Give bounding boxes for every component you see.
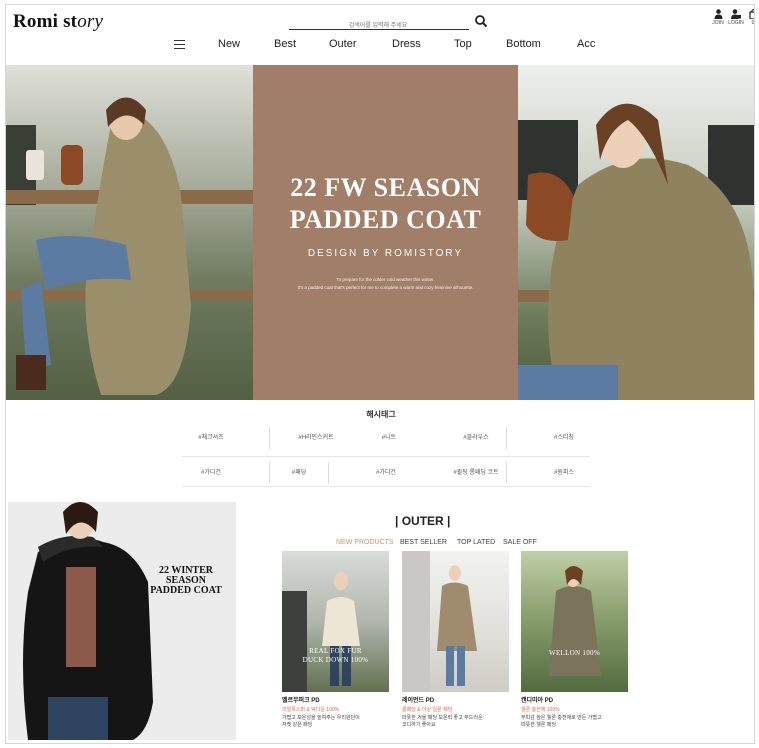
promo-banner[interactable]: 22 WINTER SEASON PADDED COAT	[8, 502, 236, 740]
product-card[interactable]: REAL FOX FUR DUCK DOWN 100% 벨르무퍼크 PD 리얼폭…	[282, 551, 389, 729]
nav-item-best[interactable]: Best	[274, 38, 296, 50]
hero-subtitle: DESIGN BY ROMISTORY	[307, 248, 464, 259]
hashtag-divider	[269, 427, 270, 449]
hero-title-line1: 22 FW SEASON	[290, 173, 481, 202]
product-card[interactable]: WELLON 100% 캔디미아 PD 웰론 충전재 100% 부피감 높은 웰…	[521, 551, 628, 729]
product-description: 따뜻한 겨울 패딩 보온력 좋고 부드러운 코디하기 좋아요	[402, 715, 509, 729]
person-icon	[714, 9, 722, 19]
hamburger-menu-icon[interactable]	[174, 40, 185, 52]
cart-count: 0	[751, 20, 755, 26]
search-bar	[289, 14, 469, 33]
hero-description: To prepare for the colder cold weather t…	[253, 276, 518, 292]
bag-icon	[748, 9, 754, 19]
hashtag-item[interactable]: #가디건	[351, 462, 421, 484]
hashtag-divider	[506, 427, 507, 449]
product-image-caption: REAL FOX FUR DUCK DOWN 100%	[282, 647, 389, 665]
caption-line: REAL FOX FUR	[309, 647, 362, 655]
nav-item-acc[interactable]: Acc	[577, 38, 595, 50]
hashtag-item[interactable]: #블라우스	[441, 427, 511, 449]
logo-script-text: ory	[77, 11, 104, 32]
hashtag-item[interactable]: #체크셔츠	[176, 427, 246, 449]
hashtag-divider-line	[182, 486, 590, 487]
hero-title: 22 FW SEASON PADDED COAT	[253, 172, 518, 236]
product-1-illustration	[282, 572, 360, 692]
hashtag-divider	[328, 462, 329, 484]
tab-sale-off[interactable]: SALE OFF	[503, 539, 537, 546]
search-icon	[475, 15, 488, 28]
cart-link[interactable]: 0	[743, 9, 755, 26]
hero-photo-right	[518, 65, 754, 400]
product-card[interactable]: 레이먼드 PD 롱패딩 & 야상 일론 패딩 따뜻한 겨울 패딩 보온력 좋고 …	[402, 551, 509, 729]
tab-new-products[interactable]: NEW PRODUCTS	[336, 539, 394, 546]
product-description: 부피감 높은 웰론 충전재로 만든 가볍고 따뜻한 웰론 패딩	[521, 715, 628, 729]
promo-title: 22 WINTER SEASON PADDED COAT	[139, 566, 233, 596]
nav-item-dress[interactable]: Dress	[392, 38, 421, 50]
person-lock-icon	[731, 9, 741, 19]
hero-photo-left	[6, 65, 253, 400]
search-input[interactable]	[289, 19, 467, 33]
hashtag-item[interactable]: #패딩	[264, 462, 334, 484]
login-label: LOGIN	[728, 20, 744, 26]
caption-line: WELLON 100%	[549, 649, 600, 657]
promo-title-line2: PADDED COAT	[150, 585, 222, 596]
promo-illustration	[23, 502, 153, 740]
hero-desc-line1: To prepare for the colder cold weather t…	[336, 277, 435, 282]
hashtag-row-1: #체크셔츠 #H라인스커트 #니트 #블라우스 #스티칭	[6, 427, 754, 449]
promo-title-line1: 22 WINTER SEASON	[159, 565, 213, 586]
product-2-illustration	[402, 551, 477, 692]
nav-item-bottom[interactable]: Bottom	[506, 38, 541, 50]
product-tag: 웰론 충전재 100%	[521, 707, 560, 713]
caption-line: DUCK DOWN 100%	[302, 656, 369, 664]
product-3-illustration	[549, 566, 601, 676]
product-tag: 롱패딩 & 야상 일론 패딩	[402, 707, 453, 713]
hashtag-divider-line	[182, 456, 590, 457]
desc-line: 자켓 같은 패딩	[282, 722, 313, 728]
hashtag-item[interactable]: #퀼팅 롱패딩 코트	[436, 462, 516, 484]
hashtag-item[interactable]: #스티칭	[529, 427, 599, 449]
hashtag-item[interactable]: #가디건	[176, 462, 246, 484]
product-description: 가볍고 보온성을 높여주는 우리원단이 자켓 같은 패딩	[282, 715, 389, 729]
product-name[interactable]: 레이먼드 PD	[402, 695, 509, 704]
tab-top-lated[interactable]: TOP LATED	[457, 539, 495, 546]
product-image[interactable]	[402, 551, 509, 692]
tab-best-seller[interactable]: BEST SELLER	[400, 539, 447, 546]
desc-line: 따뜻한 겨울 패딩 보온력 좋고 부드러운	[402, 715, 483, 721]
hashtag-row-2: #가디건 #패딩 #가디건 #퀼팅 롱패딩 코트 #원피스	[6, 462, 754, 484]
hashtag-item[interactable]: #니트	[354, 427, 424, 449]
main-nav: New Best Outer Dress Top Bottom Acc	[6, 38, 754, 56]
page-frame: Romi story JOIN LOGIN 0 New Best Outer D…	[5, 4, 755, 744]
hashtag-item[interactable]: #H라인스커트	[281, 427, 351, 449]
outer-section-title: | OUTER |	[395, 514, 451, 528]
site-logo[interactable]: Romi story	[13, 11, 103, 33]
nav-item-outer[interactable]: Outer	[329, 38, 357, 50]
hero-banner[interactable]: 22 FW SEASON PADDED COAT DESIGN BY ROMIS…	[6, 65, 754, 400]
hero-title-line2: PADDED COAT	[289, 205, 482, 234]
logo-text: Romi st	[13, 11, 78, 32]
search-button[interactable]	[474, 14, 488, 28]
product-image[interactable]: REAL FOX FUR DUCK DOWN 100%	[282, 551, 389, 692]
nav-item-top[interactable]: Top	[454, 38, 472, 50]
desc-line: 코디하기 좋아요	[402, 722, 436, 728]
desc-line: 따뜻한 웰론 패딩	[521, 722, 556, 728]
hashtag-title: 해시태그	[366, 410, 396, 419]
product-image[interactable]: WELLON 100%	[521, 551, 628, 692]
hero-right-illustration	[518, 103, 754, 400]
hashtag-divider	[506, 462, 507, 484]
join-label: JOIN	[712, 20, 724, 26]
hashtag-item[interactable]: #원피스	[529, 462, 599, 484]
hero-desc-line2: It's a padded coat that's perfect for me…	[297, 285, 474, 290]
product-tag: 리얼폭스퍼 & 덕다운 100%	[282, 707, 340, 713]
nav-item-new[interactable]: New	[218, 38, 240, 50]
product-name[interactable]: 벨르무퍼크 PD	[282, 695, 389, 704]
join-link[interactable]: JOIN	[708, 9, 728, 26]
desc-line: 부피감 높은 웰론 충전재로 만든 가볍고	[521, 715, 602, 721]
product-image-caption: WELLON 100%	[521, 649, 628, 658]
hero-left-illustration	[6, 97, 253, 396]
product-name[interactable]: 캔디미아 PD	[521, 695, 628, 704]
desc-line: 가볍고 보온성을 높여주는 우리원단이	[282, 715, 360, 721]
hero-text-panel: 22 FW SEASON PADDED COAT DESIGN BY ROMIS…	[253, 65, 518, 400]
